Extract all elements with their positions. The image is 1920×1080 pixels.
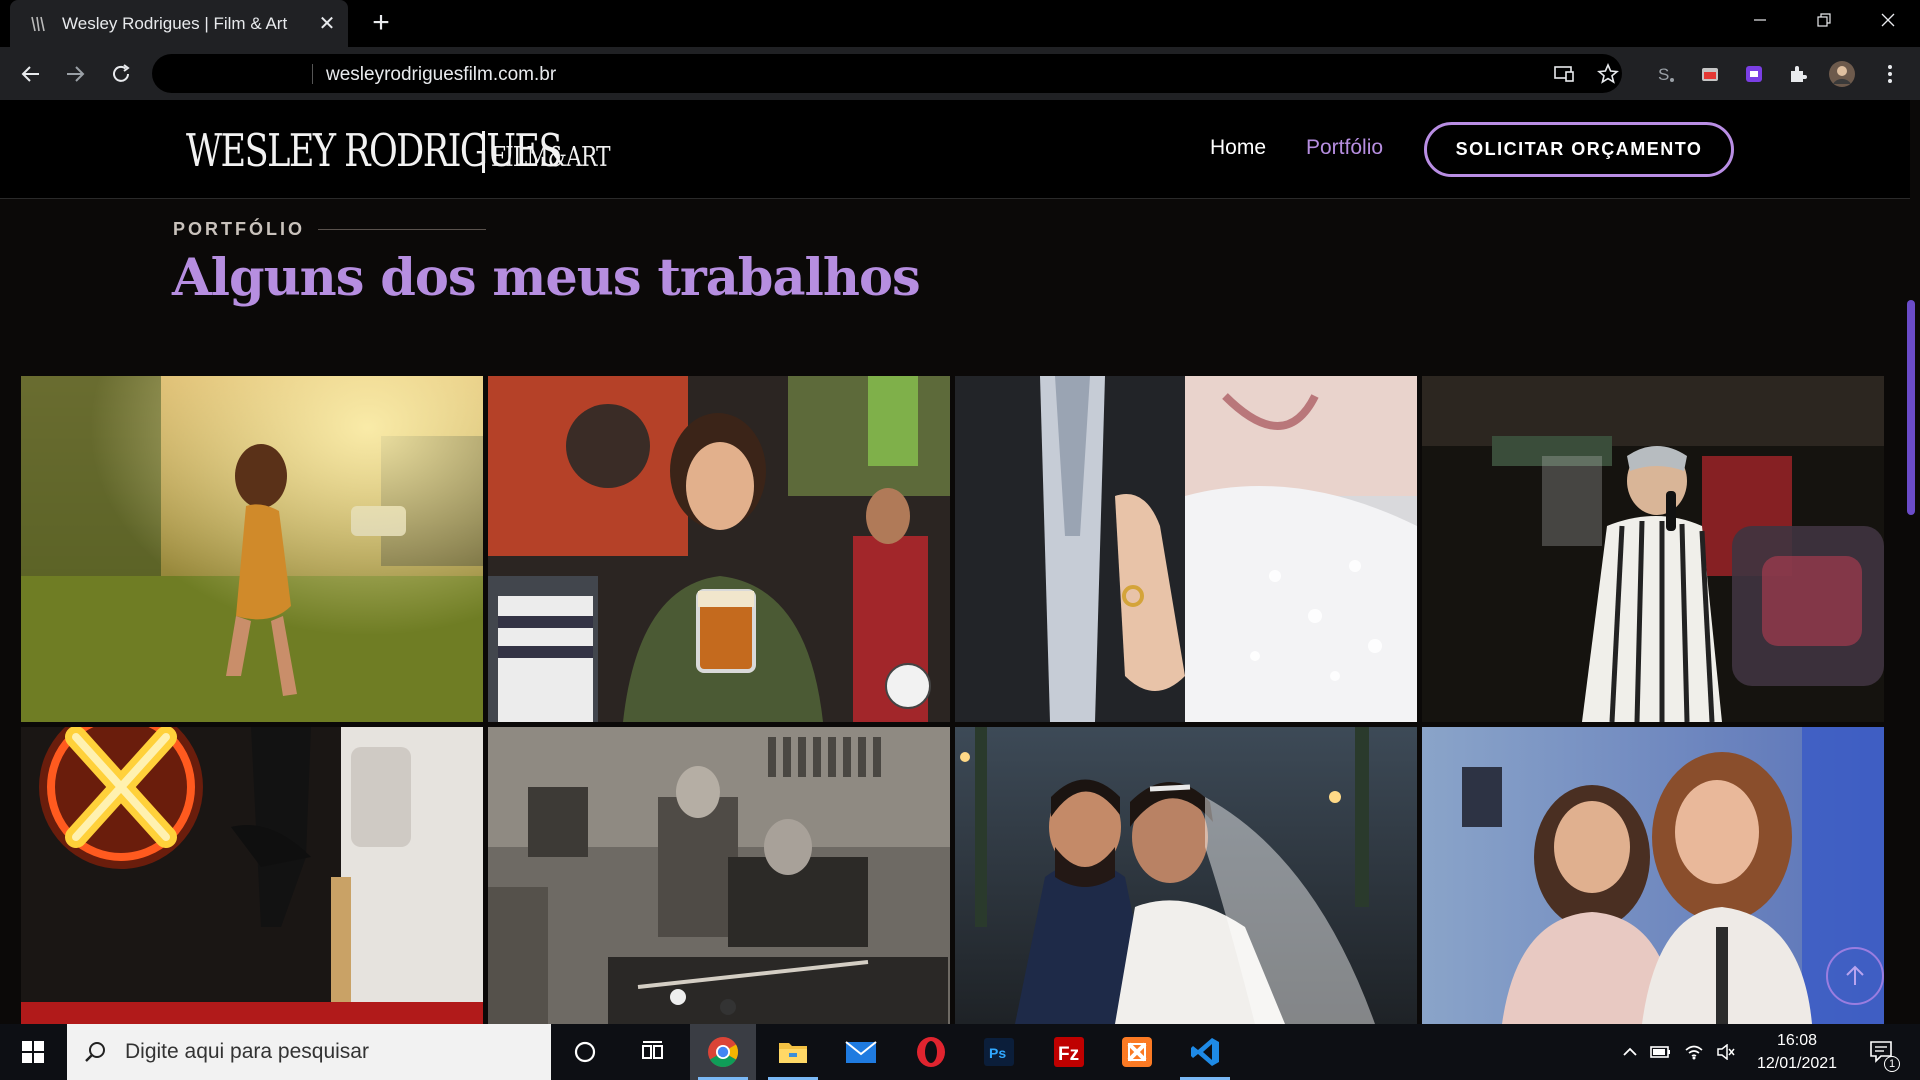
taskbar-filezilla[interactable]: Fz bbox=[1036, 1024, 1102, 1080]
taskbar-xampp[interactable] bbox=[1104, 1024, 1170, 1080]
folder-icon bbox=[779, 1043, 807, 1063]
close-window-button[interactable] bbox=[1856, 0, 1920, 40]
photoshop-icon: Ps bbox=[984, 1038, 1014, 1066]
tab-close-icon[interactable]: ✕ bbox=[314, 11, 340, 37]
nav-home-link[interactable]: Home bbox=[1210, 136, 1266, 160]
reload-button[interactable] bbox=[104, 57, 138, 91]
mail-icon bbox=[845, 1041, 877, 1063]
photo-two-women-smiling-party bbox=[1422, 727, 1884, 1024]
svg-text:S: S bbox=[1658, 65, 1669, 84]
filezilla-icon: Fz bbox=[1054, 1037, 1084, 1067]
clock-time: 16:08 bbox=[1776, 1032, 1818, 1049]
forward-button[interactable] bbox=[58, 57, 92, 91]
back-arrow-icon bbox=[21, 66, 39, 82]
task-view-icon bbox=[642, 1041, 663, 1059]
browser-menu-icon[interactable] bbox=[1876, 60, 1904, 88]
task-view-button[interactable] bbox=[620, 1024, 686, 1080]
site-header: WESLEY RODRIGUES FILM&ART Home Portfólio… bbox=[0, 100, 1910, 199]
logo-sub-text: FILM&ART bbox=[491, 142, 611, 173]
taskbar-chrome[interactable] bbox=[690, 1024, 756, 1080]
vscode-icon bbox=[1191, 1038, 1219, 1066]
wifi-icon[interactable] bbox=[1678, 1044, 1710, 1060]
taskbar-vscode[interactable] bbox=[1172, 1024, 1238, 1080]
windows-taskbar: Digite aqui para pesquisar Ps Fz 16:08 1… bbox=[0, 1024, 1920, 1080]
back-button[interactable] bbox=[14, 57, 48, 91]
arrow-up-icon bbox=[1846, 965, 1864, 985]
tab-title: Wesley Rodrigues | Film & Art bbox=[62, 13, 288, 33]
photo-woman-in-field-sunset bbox=[21, 376, 483, 722]
photo-neon-x-gym-workout bbox=[21, 727, 483, 1024]
reload-icon bbox=[113, 64, 130, 82]
battery-icon[interactable] bbox=[1644, 1045, 1678, 1059]
volume-muted-icon[interactable] bbox=[1710, 1044, 1742, 1060]
page-scrollbar-thumb[interactable] bbox=[1907, 300, 1915, 515]
browser-toolbar: wesleyrodriguesfilm.com.br S bbox=[0, 47, 1920, 100]
extension-window-icon[interactable] bbox=[1696, 60, 1724, 88]
action-center-button[interactable]: 1 bbox=[1862, 1024, 1902, 1080]
search-icon bbox=[85, 1042, 105, 1062]
logo-main-text: WESLEY RODRIGUES bbox=[186, 124, 563, 177]
cast-icon[interactable] bbox=[1552, 62, 1576, 86]
gallery-item-3[interactable] bbox=[955, 376, 1417, 722]
photo-singer-with-microphone bbox=[1422, 376, 1884, 722]
section-title: Alguns dos meus trabalhos bbox=[172, 248, 921, 308]
address-url[interactable]: wesleyrodriguesfilm.com.br bbox=[326, 64, 556, 86]
photo-bride-and-groom-embrace bbox=[955, 727, 1417, 1024]
browser-tab[interactable]: Wesley Rodrigues | Film & Art ✕ bbox=[10, 0, 348, 47]
photo-woman-holding-beer-in-bar bbox=[488, 376, 950, 722]
start-button[interactable] bbox=[0, 1024, 66, 1080]
extensions-puzzle-icon[interactable] bbox=[1784, 60, 1812, 88]
gallery-item-5[interactable] bbox=[21, 727, 483, 1024]
svg-text:Fz: Fz bbox=[1058, 1044, 1079, 1065]
taskbar-search-box[interactable]: Digite aqui para pesquisar bbox=[67, 1024, 551, 1080]
gallery-item-1[interactable] bbox=[21, 376, 483, 722]
site-favicon-icon bbox=[30, 15, 48, 33]
gallery-item-4[interactable] bbox=[1422, 376, 1884, 722]
browser-tabstrip: Wesley Rodrigues | Film & Art ✕ + bbox=[0, 0, 1920, 47]
profile-avatar[interactable] bbox=[1828, 60, 1856, 88]
opera-icon bbox=[917, 1037, 945, 1067]
taskbar-photoshop[interactable]: Ps bbox=[966, 1024, 1032, 1080]
gallery-item-2[interactable] bbox=[488, 376, 950, 722]
new-tab-button[interactable]: + bbox=[366, 8, 396, 39]
taskbar-mail[interactable] bbox=[828, 1024, 894, 1080]
taskbar-file-explorer[interactable] bbox=[760, 1024, 826, 1080]
nav-portfolio-link[interactable]: Portfólio bbox=[1306, 136, 1383, 160]
taskbar-opera[interactable] bbox=[898, 1024, 964, 1080]
photo-wedding-ring-hand-on-suit bbox=[955, 376, 1417, 722]
system-tray bbox=[1616, 1024, 1742, 1080]
bookmark-star-icon[interactable] bbox=[1596, 62, 1620, 86]
forward-arrow-icon bbox=[67, 66, 85, 82]
section-kicker: PORTFÓLIO bbox=[173, 219, 305, 239]
request-quote-button[interactable]: SOLICITAR ORÇAMENTO bbox=[1424, 122, 1734, 177]
gallery-item-7[interactable] bbox=[955, 727, 1417, 1024]
gallery-item-8[interactable] bbox=[1422, 727, 1884, 1024]
svg-text:Ps: Ps bbox=[989, 1045, 1006, 1061]
back-to-top-button[interactable] bbox=[1826, 947, 1884, 1005]
restore-button[interactable] bbox=[1792, 0, 1856, 40]
gallery-item-6[interactable] bbox=[488, 727, 950, 1024]
taskbar-clock[interactable]: 16:08 12/01/2021 bbox=[1745, 1029, 1849, 1075]
cortana-circle-icon bbox=[574, 1041, 596, 1063]
notification-count-badge: 1 bbox=[1884, 1056, 1900, 1072]
xampp-icon bbox=[1122, 1037, 1152, 1067]
address-bar[interactable]: wesleyrodriguesfilm.com.br bbox=[152, 54, 1622, 93]
minimize-button[interactable] bbox=[1728, 0, 1792, 40]
windows-logo-icon bbox=[22, 1041, 44, 1063]
extension-purple-icon[interactable] bbox=[1740, 60, 1768, 88]
extension-s-icon[interactable]: S bbox=[1652, 60, 1680, 88]
portfolio-gallery bbox=[21, 376, 1886, 1024]
chrome-icon bbox=[708, 1037, 739, 1068]
taskbar-search-placeholder: Digite aqui para pesquisar bbox=[125, 1040, 369, 1063]
site-logo[interactable]: WESLEY RODRIGUES FILM&ART bbox=[186, 124, 639, 177]
clock-date: 12/01/2021 bbox=[1756, 1055, 1838, 1072]
cortana-button[interactable] bbox=[552, 1024, 618, 1080]
address-divider bbox=[312, 64, 313, 84]
kicker-divider bbox=[318, 229, 486, 230]
show-hidden-icons-chevron-icon[interactable] bbox=[1616, 1047, 1644, 1057]
photo-black-white-pool-bar bbox=[488, 727, 950, 1024]
